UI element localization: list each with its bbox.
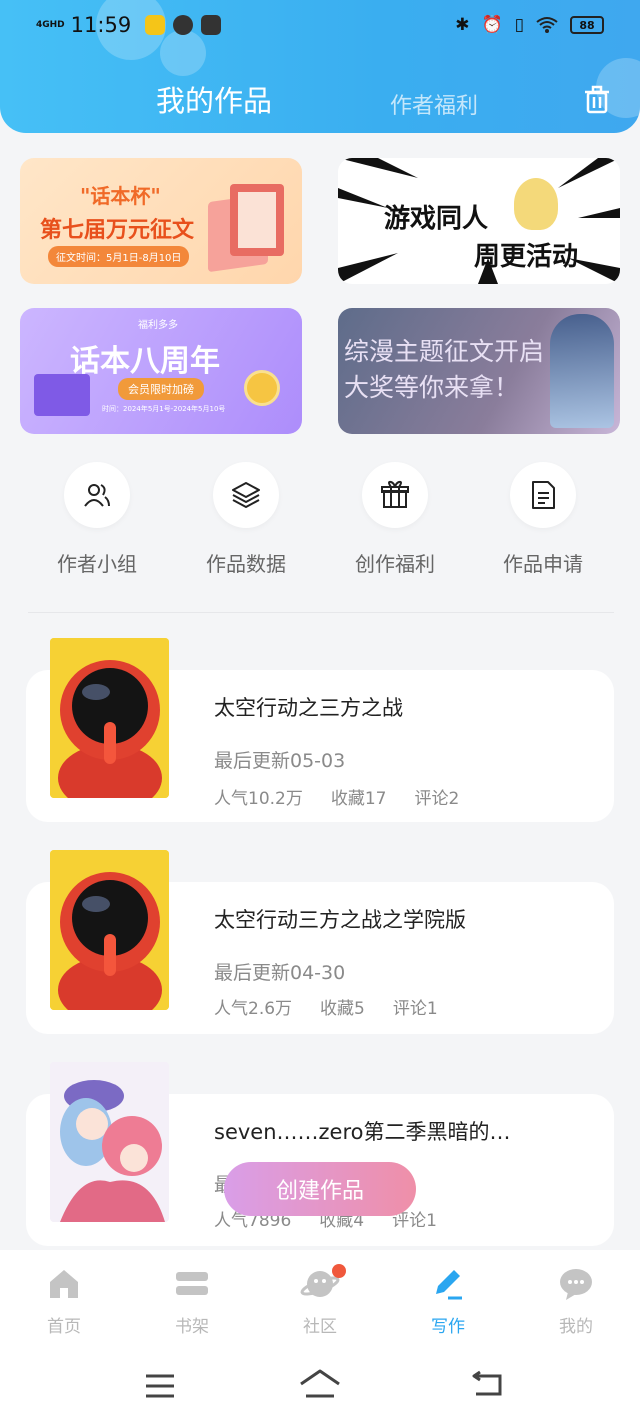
- banner-line: 会员限时加磅: [118, 378, 204, 400]
- work-cover-image[interactable]: [50, 850, 169, 1010]
- menu-icon[interactable]: [144, 1372, 176, 1400]
- work-popularity: 人气10.2万: [214, 789, 303, 809]
- quick-action-label: 作者小组: [57, 552, 137, 576]
- tab-label: 社区: [303, 1317, 337, 1337]
- work-stats: 人气10.2万 收藏17 评论2: [214, 784, 459, 809]
- tab-label: 写作: [431, 1317, 465, 1337]
- page-title[interactable]: 我的作品: [156, 78, 272, 120]
- banner-line: 综漫主题征文开启: [344, 337, 545, 366]
- anime-character-illustration: [550, 314, 614, 428]
- quick-action-label: 作品数据: [206, 552, 286, 576]
- back-icon[interactable]: [470, 1370, 506, 1400]
- work-comments: 评论1: [392, 999, 438, 1019]
- banner-line: 征文时间：5月1日-8月10日: [48, 246, 190, 267]
- gift-icon: [381, 480, 409, 508]
- anime-characters-illustration: [50, 1062, 169, 1222]
- book-stack-illustration: [208, 178, 286, 273]
- banner-line: "话本杯": [80, 184, 161, 208]
- tab-label: 我的: [559, 1317, 593, 1337]
- trash-icon[interactable]: [582, 84, 612, 114]
- quick-action-icon-wrap: [213, 462, 279, 528]
- banner-line: 大奖等你来拿！: [344, 373, 520, 402]
- network-indicator: 4GHD: [36, 19, 65, 30]
- quick-action-label: 作品申请: [503, 552, 583, 576]
- banner-line: 话本八周年: [70, 344, 220, 379]
- quick-action-label: 创作福利: [355, 552, 435, 576]
- chat-bubble-icon: [560, 1269, 592, 1300]
- banner-essay-contest[interactable]: "话本杯" 第七届万元征文 征文时间：5月1日-8月10日: [20, 158, 302, 284]
- banner-line: 游戏同人: [384, 204, 489, 234]
- tab-home[interactable]: 首页: [24, 1264, 104, 1337]
- status-bar: 4GHD 11:59 ✱ ⏰ ▯ 88: [36, 10, 604, 40]
- banner-anime-contest[interactable]: 综漫主题征文开启 大奖等你来拿！: [338, 308, 620, 434]
- astronaut-illustration: [50, 850, 169, 1010]
- astronaut-illustration: [50, 638, 169, 798]
- pen-icon: [436, 1270, 462, 1300]
- work-title[interactable]: 太空行动之三方之战: [214, 692, 403, 722]
- system-navigation-bar: [0, 1350, 640, 1422]
- work-cover-image[interactable]: [50, 1062, 169, 1222]
- work-favorites: 收藏17: [330, 789, 387, 809]
- coin-illustration: [244, 370, 280, 406]
- tab-bookshelf[interactable]: 书架: [152, 1264, 232, 1337]
- quick-action-icon-wrap: [510, 462, 576, 528]
- banner-tag: 福利多多: [138, 320, 178, 331]
- tab-community[interactable]: 社区: [280, 1264, 360, 1337]
- tab-author-benefits[interactable]: 作者福利: [390, 88, 478, 120]
- banner-game-fanfic[interactable]: 游戏同人 周更活动: [338, 158, 620, 284]
- notification-badge: [332, 1264, 346, 1278]
- quick-action-author-group[interactable]: 作者小组: [32, 462, 162, 577]
- tab-label: 首页: [47, 1317, 81, 1337]
- users-icon: [84, 484, 110, 507]
- layers-icon: [232, 482, 260, 508]
- gift-box-illustration: [34, 374, 90, 416]
- banner-line: 周更活动: [474, 242, 579, 272]
- battery-icon: 88: [570, 16, 604, 34]
- tab-label: 书架: [175, 1317, 209, 1337]
- work-popularity: 人气2.6万: [214, 999, 293, 1019]
- document-icon: [532, 481, 555, 509]
- work-comments: 评论2: [414, 789, 460, 809]
- anime-character-illustration: [514, 178, 558, 230]
- notification-app-icon: [173, 15, 194, 35]
- notification-app-icon: [201, 15, 222, 35]
- banner-anniversary[interactable]: 福利多多 话本八周年 会员限时加磅 时间：2024年5月1号-2024年5月10…: [20, 308, 302, 434]
- home-nav-icon[interactable]: [298, 1368, 342, 1402]
- work-updated: 最后更新05-03: [214, 750, 346, 772]
- alarm-icon: ⏰: [481, 15, 503, 35]
- quick-action-work-data[interactable]: 作品数据: [181, 462, 311, 577]
- section-divider: [28, 612, 614, 613]
- quick-action-work-application[interactable]: 作品申请: [478, 462, 608, 577]
- app-header: 4GHD 11:59 ✱ ⏰ ▯ 88 我的作品 作者福利: [0, 0, 640, 133]
- work-title[interactable]: 太空行动三方之战之学院版: [214, 904, 466, 934]
- vibrate-icon: ▯: [514, 15, 524, 35]
- banner-line: 时间：2024年5月1号-2024年5月10号: [102, 405, 226, 413]
- work-updated: 最后更新04-30: [214, 962, 346, 984]
- bottom-tab-bar: 首页 书架 社区 写作 我的: [0, 1250, 640, 1350]
- quick-action-creation-benefits[interactable]: 创作福利: [330, 462, 460, 577]
- notification-app-icon: [145, 15, 166, 35]
- bookshelf-icon: [176, 1272, 208, 1295]
- bluetooth-icon: ✱: [455, 15, 470, 35]
- create-work-button[interactable]: 创建作品: [224, 1162, 416, 1216]
- home-icon: [50, 1270, 78, 1298]
- clock: 11:59: [70, 13, 132, 37]
- work-favorites: 收藏5: [320, 999, 365, 1019]
- work-stats: 人气2.6万 收藏5 评论1: [214, 994, 438, 1019]
- work-title[interactable]: seven……zero第二季黑暗的…: [214, 1116, 510, 1146]
- wifi-icon: [536, 17, 558, 33]
- tab-me[interactable]: 我的: [536, 1264, 616, 1337]
- work-cover-image[interactable]: [50, 638, 169, 798]
- quick-action-icon-wrap: [362, 462, 428, 528]
- quick-action-icon-wrap: [64, 462, 130, 528]
- banner-line: 第七届万元征文: [40, 218, 195, 243]
- tab-writing[interactable]: 写作: [408, 1264, 488, 1337]
